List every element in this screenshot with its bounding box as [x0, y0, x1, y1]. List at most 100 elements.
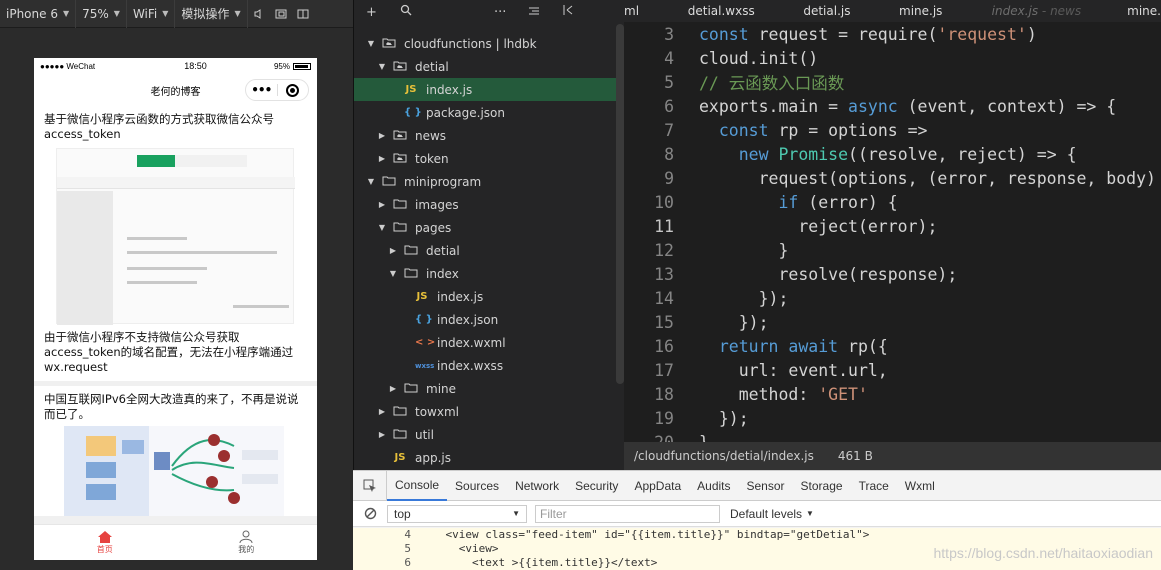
- folder-icon: [404, 267, 418, 281]
- chevron-down-icon: ▼: [389, 269, 397, 278]
- levels-label: Default levels: [730, 506, 803, 521]
- tab-console[interactable]: Console: [387, 471, 448, 501]
- context-select[interactable]: top ▼: [387, 504, 527, 523]
- explorer-toolbar: + ···: [354, 0, 624, 24]
- tab-home-label: 首页: [96, 545, 113, 554]
- tab-storage[interactable]: Storage: [793, 471, 851, 501]
- collapse-icon[interactable]: [528, 5, 562, 20]
- folder-icon: [393, 428, 407, 442]
- tab-network[interactable]: Network: [507, 471, 567, 501]
- code-line: 3 const request = require('request'): [664, 24, 1037, 44]
- editor-tab[interactable]: mine.: [1127, 4, 1161, 18]
- cloud-folder-icon: [393, 129, 407, 143]
- tab-sources[interactable]: Sources: [447, 471, 507, 501]
- tree-item[interactable]: ▶ token: [354, 147, 616, 170]
- tree-item[interactable]: wxss index.wxss: [354, 354, 616, 377]
- console-toolbar: top ▼ Filter Default levels ▼: [353, 501, 1161, 527]
- tab-mine[interactable]: 我的: [176, 525, 318, 560]
- tree-item[interactable]: ▶ mine: [354, 377, 616, 400]
- tab-home[interactable]: 首页: [34, 525, 176, 560]
- editor-tab-folder: - news: [1038, 4, 1082, 18]
- tree-item[interactable]: ▼ miniprogram: [354, 170, 616, 193]
- code-line-current: 11 reject(error);: [654, 216, 938, 236]
- volume-icon[interactable]: [248, 0, 270, 28]
- tree-item[interactable]: ▶ towxml: [354, 400, 616, 423]
- tree-item-label: app.js: [415, 450, 451, 465]
- console-filter-input[interactable]: Filter: [535, 504, 720, 523]
- device-select[interactable]: iPhone 6 ▼: [0, 0, 77, 28]
- editor-tab[interactable]: detial.wxss: [688, 4, 804, 18]
- tree-item[interactable]: ▼ cloudfunctions | lhdbk: [354, 32, 616, 55]
- chevron-down-icon: ▼: [62, 9, 70, 18]
- tab-wxml[interactable]: Wxml: [897, 471, 943, 501]
- tab-security[interactable]: Security: [567, 471, 626, 501]
- code-line: 12 }: [654, 240, 789, 260]
- tree-item[interactable]: { } package.json: [354, 101, 616, 124]
- tree-item[interactable]: ▶ detial: [354, 239, 616, 262]
- carrier-label: ●●●●● WeChat: [40, 61, 96, 71]
- split-icon[interactable]: [562, 4, 596, 20]
- js-file-icon: JS: [394, 452, 406, 463]
- tree-item[interactable]: ▼ detial: [354, 55, 616, 78]
- tab-audits[interactable]: Audits: [689, 471, 738, 501]
- feed-item-image: [56, 148, 295, 325]
- chevron-down-icon: ▼: [234, 9, 241, 18]
- detach-icon[interactable]: [292, 0, 314, 28]
- feed-item[interactable]: 基于微信小程序云函数的方式获取微信公众号access_token 由于微信小程序…: [34, 106, 317, 381]
- devtools-tab-strip: Console Sources Network Security AppData…: [353, 470, 1161, 501]
- zoom-select[interactable]: 75% ▼: [76, 0, 127, 28]
- tree-item[interactable]: ▶ images: [354, 193, 616, 216]
- tab-appdata[interactable]: AppData: [626, 471, 689, 501]
- code-area[interactable]: 3 const request = require('request') 4 clo…: [624, 22, 1161, 443]
- code-line: 19 });: [654, 408, 749, 428]
- console-output[interactable]: 4 <view class="feed-item" id="{{item.tit…: [353, 528, 1161, 570]
- tree-item-label: mine: [426, 381, 457, 396]
- tree-item[interactable]: ▼ index: [354, 262, 616, 285]
- tree-item[interactable]: JS index.js: [354, 285, 616, 308]
- network-select[interactable]: WiFi ▼: [127, 0, 176, 28]
- editor-tab-strip: ml detial.wxss detial.js mine.js index.j…: [624, 0, 1161, 22]
- tab-mine-label: 我的: [238, 545, 255, 554]
- search-icon[interactable]: [400, 4, 434, 20]
- editor-tab[interactable]: mine.js: [899, 4, 992, 18]
- network-label: WiFi: [132, 6, 158, 21]
- feed-item-title: 中国互联网IPv6全网大改造真的来了，不再是说说而已了。: [44, 392, 299, 421]
- chevron-right-icon: ▶: [378, 131, 386, 140]
- window-icon[interactable]: [270, 0, 292, 28]
- log-levels-select[interactable]: Default levels ▼: [730, 507, 814, 521]
- code-line: 7 const rp = options =>: [664, 120, 928, 140]
- add-icon[interactable]: +: [366, 5, 400, 20]
- close-miniprogram-button[interactable]: [277, 83, 308, 97]
- editor-status-bar: /cloudfunctions/detial/index.js 461 B: [624, 442, 1161, 470]
- device-label: iPhone 6: [6, 6, 58, 21]
- more-icon[interactable]: •••: [246, 80, 277, 100]
- tree-item-label: index.js: [426, 82, 473, 97]
- code-line: 10 if (error) {: [654, 192, 898, 212]
- tree-item[interactable]: ▶ util: [354, 423, 616, 446]
- feed-list[interactable]: 基于微信小程序云函数的方式获取微信公众号access_token 由于微信小程序…: [34, 106, 317, 524]
- tree-item-label: images: [415, 197, 459, 212]
- feed-item[interactable]: 中国互联网IPv6全网大改造真的来了，不再是说说而已了。: [34, 386, 317, 516]
- explorer-scrollbar[interactable]: [616, 24, 624, 384]
- simulate-action-select[interactable]: 模拟操作 ▼: [175, 0, 248, 28]
- tree-item[interactable]: ▶ news: [354, 124, 616, 147]
- tab-sensor[interactable]: Sensor: [739, 471, 793, 501]
- tree-item[interactable]: < > index.wxml: [354, 331, 616, 354]
- editor-tab[interactable]: ml: [624, 4, 688, 18]
- folder-icon: [393, 405, 407, 419]
- filter-placeholder: Filter: [540, 506, 567, 521]
- tree-item[interactable]: JS index.js: [354, 78, 616, 101]
- inspect-icon[interactable]: [353, 470, 387, 501]
- tree-item[interactable]: ▼ pages: [354, 216, 616, 239]
- editor-tab[interactable]: detial.js: [803, 4, 899, 18]
- tree-item-label: package.json: [426, 105, 506, 120]
- clear-console-icon[interactable]: [353, 507, 387, 520]
- cloud-folder-icon: [382, 37, 396, 51]
- code-line: 20}: [654, 432, 709, 443]
- tab-trace[interactable]: Trace: [851, 471, 897, 501]
- tree-item[interactable]: { } index.json: [354, 308, 616, 331]
- tree-item[interactable]: JS app.js: [354, 446, 616, 469]
- code-line: 16 return await rp({: [654, 336, 888, 356]
- editor-tab-preview[interactable]: index.js - news: [992, 4, 1128, 18]
- more-icon[interactable]: ···: [494, 5, 528, 20]
